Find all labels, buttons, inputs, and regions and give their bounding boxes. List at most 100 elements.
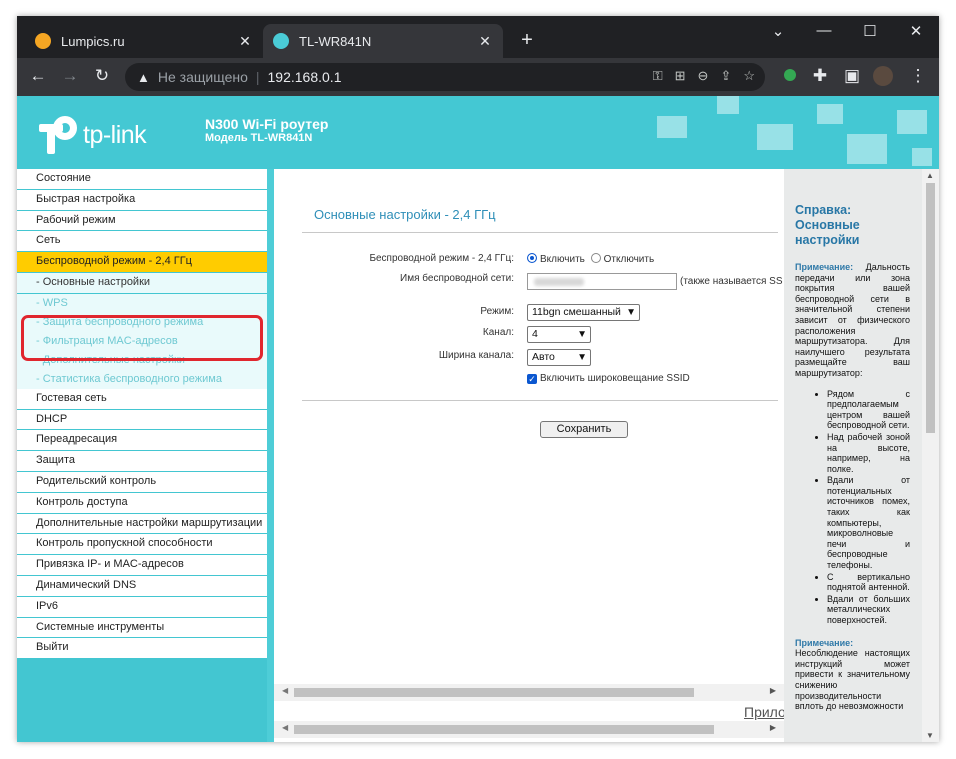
separator: | [255,69,260,85]
sidebar-item[interactable]: Родительский контроль [17,471,267,493]
model-name: N300 Wi-Fi роутер [205,116,329,132]
divider [302,400,778,401]
side-panel-icon[interactable]: ▣ [841,66,863,86]
vertical-scrollbar[interactable]: ▲ ▼ [922,169,939,742]
menu-kebab-icon[interactable]: ⋮ [907,66,929,86]
scroll-right-icon[interactable]: ▶ [770,723,776,732]
close-tab-icon[interactable]: ✕ [477,33,493,50]
sidebar-item[interactable]: Рабочий режим [17,210,267,232]
reload-icon[interactable]: ↻ [91,66,113,86]
scrollbar-thumb[interactable] [294,688,694,697]
scroll-up-icon[interactable]: ▲ [926,171,934,180]
sidebar-item[interactable]: Динамический DNS [17,575,267,597]
avatar[interactable] [872,66,894,91]
ssid-blurred-value [534,278,584,286]
sidebar-item[interactable]: Контроль пропускной способности [17,534,267,556]
sidebar-item[interactable]: - Статистика беспроводного режима [17,369,267,389]
scroll-left-icon[interactable]: ◀ [282,686,288,695]
forward-icon[interactable]: → [59,66,81,86]
share-icon[interactable]: ⇪ [720,68,731,84]
page-title: Основные настройки - 2,4 ГГц [314,207,496,222]
bottom-link[interactable]: Прило [744,704,784,720]
scrollbar-thumb[interactable] [294,725,714,734]
translate-icon[interactable]: ⊞ [675,68,686,84]
sidebar-item[interactable]: Переадресация [17,430,267,452]
back-icon[interactable]: ← [27,66,49,86]
help-note-text: Дальность передачи или зона покрытия ваш… [795,262,910,378]
sidebar-item[interactable]: Защита [17,451,267,472]
disable-radio[interactable] [590,253,601,263]
router-page: tp-link N300 Wi-Fi роутер Модель TL-WR84… [17,96,939,742]
warning-icon: ▲ [137,69,150,85]
maximize-icon[interactable]: ☐ [855,22,885,40]
bookmark-star-icon[interactable]: ☆ [743,68,755,84]
sidebar-item[interactable]: - Основные настройки [17,272,267,294]
channel-width-select[interactable]: Авто ▼ [527,349,591,366]
help-list-item: Вдали от больших металлических поверхнос… [827,594,910,626]
omnibox-actions: ⚿ ⊞ ⊖ ⇪ ☆ [653,68,755,84]
model-info: N300 Wi-Fi роутер Модель TL-WR841N [205,116,328,144]
help-list-item: С вертикально поднятой антенной. [827,572,910,593]
main-content: Основные настройки - 2,4 ГГц Беспроводно… [274,169,784,742]
save-button[interactable]: Сохранить [540,421,628,438]
scroll-down-icon[interactable]: ▼ [926,731,934,740]
help-content: Справка: Основные настройки Примечание: … [795,203,910,712]
help-note-text: Несоблюдение настоящих инструкций может … [795,648,910,712]
sidebar-item[interactable]: DHCP [17,409,267,431]
key-icon[interactable]: ⚿ [653,68,663,84]
tab-title: Lumpics.ru [61,33,125,49]
router-header: tp-link N300 Wi-Fi роутер Модель TL-WR84… [17,96,939,169]
sidebar-item[interactable]: Дополнительные настройки маршрутизации [17,513,267,535]
horizontal-scrollbar[interactable]: ◀ ▶ [274,684,784,701]
url-text: 192.168.0.1 [267,69,342,85]
sidebar-item[interactable]: Привязка IP- и MAC-адресов [17,555,267,576]
help-list-item: Вдали от потенциальных источников помех,… [827,475,910,570]
decor-square [912,148,932,166]
sidebar-item[interactable]: Гостевая сеть [17,388,267,410]
sidebar-item[interactable]: Сеть [17,231,267,253]
tab-lumpics[interactable]: Lumpics.ru ✕ [25,24,263,58]
minimize-icon[interactable]: — [809,22,839,39]
help-title: Справка: Основные настройки [795,203,860,247]
sidebar-item[interactable]: Системные инструменты [17,617,267,639]
help-panel: Справка: Основные настройки Примечание: … [784,169,939,742]
tplink-logo: tp-link [39,116,147,154]
tab-tl-wr841n[interactable]: TL-WR841N ✕ [263,24,503,58]
zoom-icon[interactable]: ⊖ [698,68,709,84]
mode-label: Режим: [480,306,514,317]
sidebar-item[interactable]: Беспроводной режим - 2,4 ГГц [17,252,267,273]
security-label: Не защищено [157,69,248,85]
channel-width-label: Ширина канала: [438,350,514,361]
channel-value: 4 [532,328,538,340]
tab-title: TL-WR841N [299,33,372,49]
sidebar: Состояние Быстрая настройка Рабочий режим С… [17,169,267,742]
decor-square [657,116,687,138]
sidebar-item[interactable]: - WPS [17,293,267,313]
help-note2: Примечание: Несоблюдение настоящих инстр… [795,638,910,712]
new-tab-button[interactable]: + [515,29,539,52]
sidebar-item[interactable]: Контроль доступа [17,492,267,514]
help-list: Рядом с предполагаемым центром вашей бес… [827,389,910,626]
enable-radio[interactable] [527,253,537,263]
close-tab-icon[interactable]: ✕ [237,33,253,50]
broadcast-ssid-checkbox[interactable]: ✓ [527,374,537,384]
close-window-icon[interactable]: ✕ [901,22,931,40]
mode-select[interactable]: 11bgn смешанный ▼ [527,304,640,321]
extension-green-icon[interactable] [779,66,801,86]
horizontal-scrollbar[interactable]: ◀ ▶ [274,721,784,738]
sidebar-item[interactable]: Состояние [17,169,267,190]
tab-strip: Lumpics.ru ✕ TL-WR841N ✕ + ⌄ — ☐ ✕ [17,16,939,58]
help-list-item: Над рабочей зоной на высоте, например, н… [827,432,910,474]
ssid-input[interactable] [527,273,677,290]
scrollbar-thumb[interactable] [926,183,935,433]
extensions-puzzle-icon[interactable]: ✚ [809,66,831,86]
sidebar-item[interactable]: IPv6 [17,596,267,618]
scroll-right-icon[interactable]: ▶ [770,686,776,695]
decor-square [897,110,927,134]
sidebar-item[interactable]: Быстрая настройка [17,189,267,211]
sidebar-item[interactable]: Выйти [17,638,267,660]
channel-select[interactable]: 4 ▼ [527,326,591,343]
scroll-left-icon[interactable]: ◀ [282,723,288,732]
address-bar[interactable]: ▲ Не защищено | 192.168.0.1 ⚿ ⊞ ⊖ ⇪ ☆ [125,63,765,91]
tab-search-icon[interactable]: ⌄ [763,22,793,40]
